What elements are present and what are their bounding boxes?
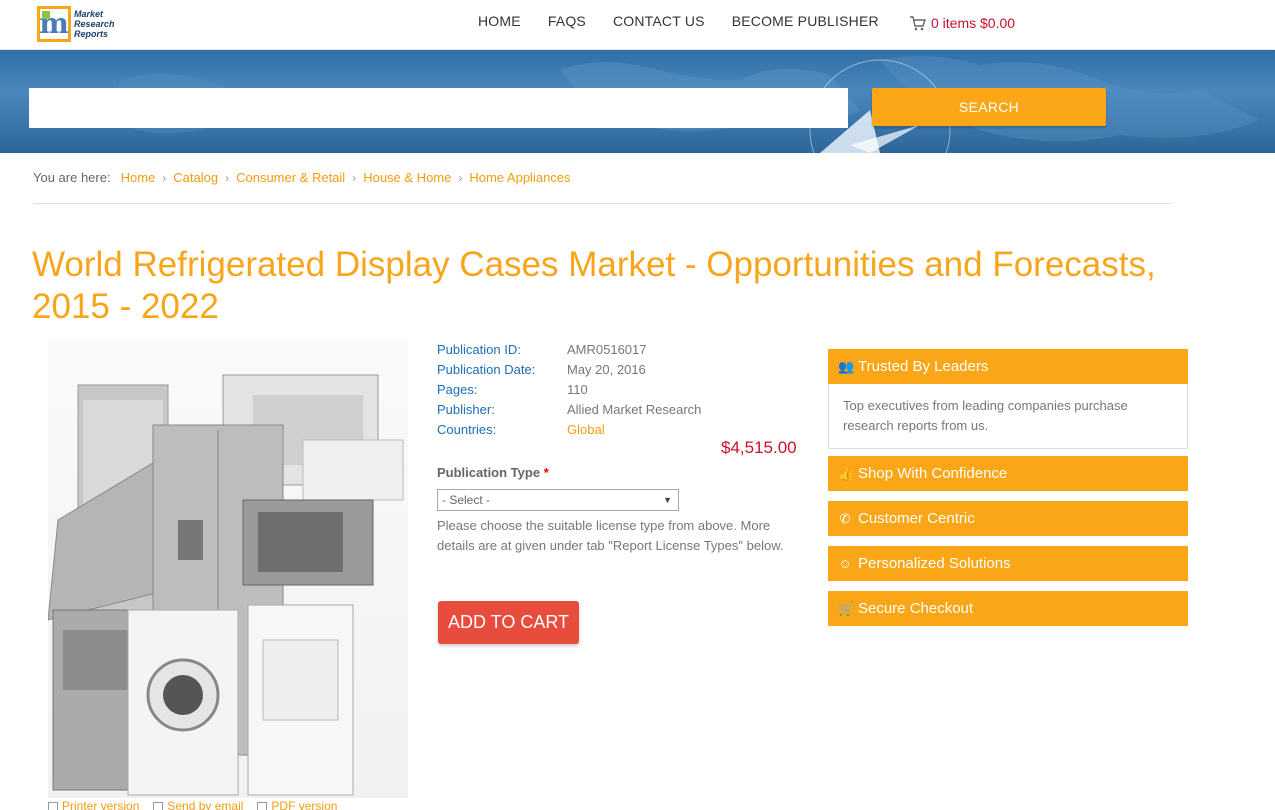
file-links: Printer version Send by email PDF versio… (48, 799, 337, 810)
product-image (48, 340, 408, 798)
page-title: World Refrigerated Display Cases Market … (32, 245, 1156, 326)
cart-summary: 0 items $0.00 (931, 15, 1016, 31)
breadcrumb-lead: You are here: (33, 170, 111, 185)
trusted-by-leaders-panel: 👥 Trusted By Leaders Top executives from… (828, 349, 1188, 449)
chevron-right-icon: › (162, 170, 167, 185)
shop-with-confidence-panel[interactable]: 👍 Shop With Confidence (828, 456, 1188, 491)
nav-faqs[interactable]: FAQS (548, 13, 586, 29)
nav-become-publisher[interactable]: BECOME PUBLISHER (732, 13, 879, 29)
printer-icon (48, 801, 58, 810)
trusted-header[interactable]: 👥 Trusted By Leaders (828, 349, 1188, 384)
cart-link[interactable]: 0 items $0.00 (909, 15, 1015, 31)
divider (33, 203, 1171, 204)
detail-row: Publication ID: AMR0516017 (437, 342, 647, 357)
main-nav: HOME FAQS CONTACT US BECOME PUBLISHER (478, 13, 879, 29)
nav-contact-us[interactable]: CONTACT US (613, 13, 705, 29)
trusted-body: Top executives from leading companies pu… (828, 384, 1188, 449)
customer-centric-panel[interactable]: ✆ Customer Centric (828, 501, 1188, 536)
site-logo[interactable]: m Market Research Reports (37, 4, 127, 44)
breadcrumb-home[interactable]: Home (121, 170, 156, 185)
pdf-icon (257, 801, 268, 810)
nav-home[interactable]: HOME (478, 13, 521, 29)
breadcrumb-home-appliances[interactable]: Home Appliances (469, 170, 570, 185)
required-marker: * (543, 465, 549, 480)
pdf-version-link[interactable]: PDF version (257, 799, 337, 810)
breadcrumb-consumer-retail[interactable]: Consumer & Retail (236, 170, 345, 185)
search-banner: SEARCH (0, 50, 1275, 153)
users-icon: 👥 (838, 358, 855, 374)
appliances-illustration (48, 374, 404, 796)
thumbs-up-icon: 👍 (838, 465, 855, 481)
cart-icon: 🛒 (838, 600, 855, 616)
email-icon (153, 801, 164, 810)
smile-icon: ☺ (838, 556, 852, 571)
detail-row: Pages: 110 (437, 382, 588, 397)
logo-text: Market Research Reports (74, 9, 115, 39)
secure-checkout-panel[interactable]: 🛒 Secure Checkout (828, 591, 1188, 626)
publication-type-select[interactable]: - Select - ▼ (437, 489, 679, 511)
country-link[interactable]: Global (567, 420, 605, 440)
detail-row: Countries: Global (437, 420, 807, 440)
breadcrumb: You are here: Home › Catalog › Consumer … (33, 170, 571, 185)
chevron-right-icon: › (352, 170, 357, 185)
logo-mark: m (37, 6, 71, 42)
phone-icon: ✆ (839, 510, 851, 526)
search-input[interactable] (29, 88, 848, 128)
cart-icon (910, 15, 926, 30)
chevron-right-icon: › (225, 170, 230, 185)
search-button[interactable]: SEARCH (872, 88, 1106, 126)
breadcrumb-house-home[interactable]: House & Home (363, 170, 451, 185)
price: $4,515.00 (721, 438, 797, 457)
dropdown-arrow-icon: ▼ (663, 495, 672, 505)
publication-type-label: Publication Type * (437, 465, 549, 480)
chevron-right-icon: › (458, 170, 463, 185)
publication-details: Publication ID: AMR0516017 Publication Da… (437, 340, 807, 440)
license-help-text: Please choose the suitable license type … (437, 518, 784, 553)
top-header: m Market Research Reports HOME FAQS CONT… (0, 0, 1275, 50)
detail-row: Publisher: Allied Market Research (437, 402, 702, 417)
printer-version-link[interactable]: Printer version (48, 799, 139, 810)
send-email-link[interactable]: Send by email (153, 799, 243, 810)
breadcrumb-catalog[interactable]: Catalog (173, 170, 218, 185)
add-to-cart-button[interactable]: ADD TO CART (438, 601, 579, 644)
personalized-solutions-panel[interactable]: ☺ Personalized Solutions (828, 546, 1188, 581)
detail-row: Publication Date: May 20, 2016 (437, 362, 646, 377)
